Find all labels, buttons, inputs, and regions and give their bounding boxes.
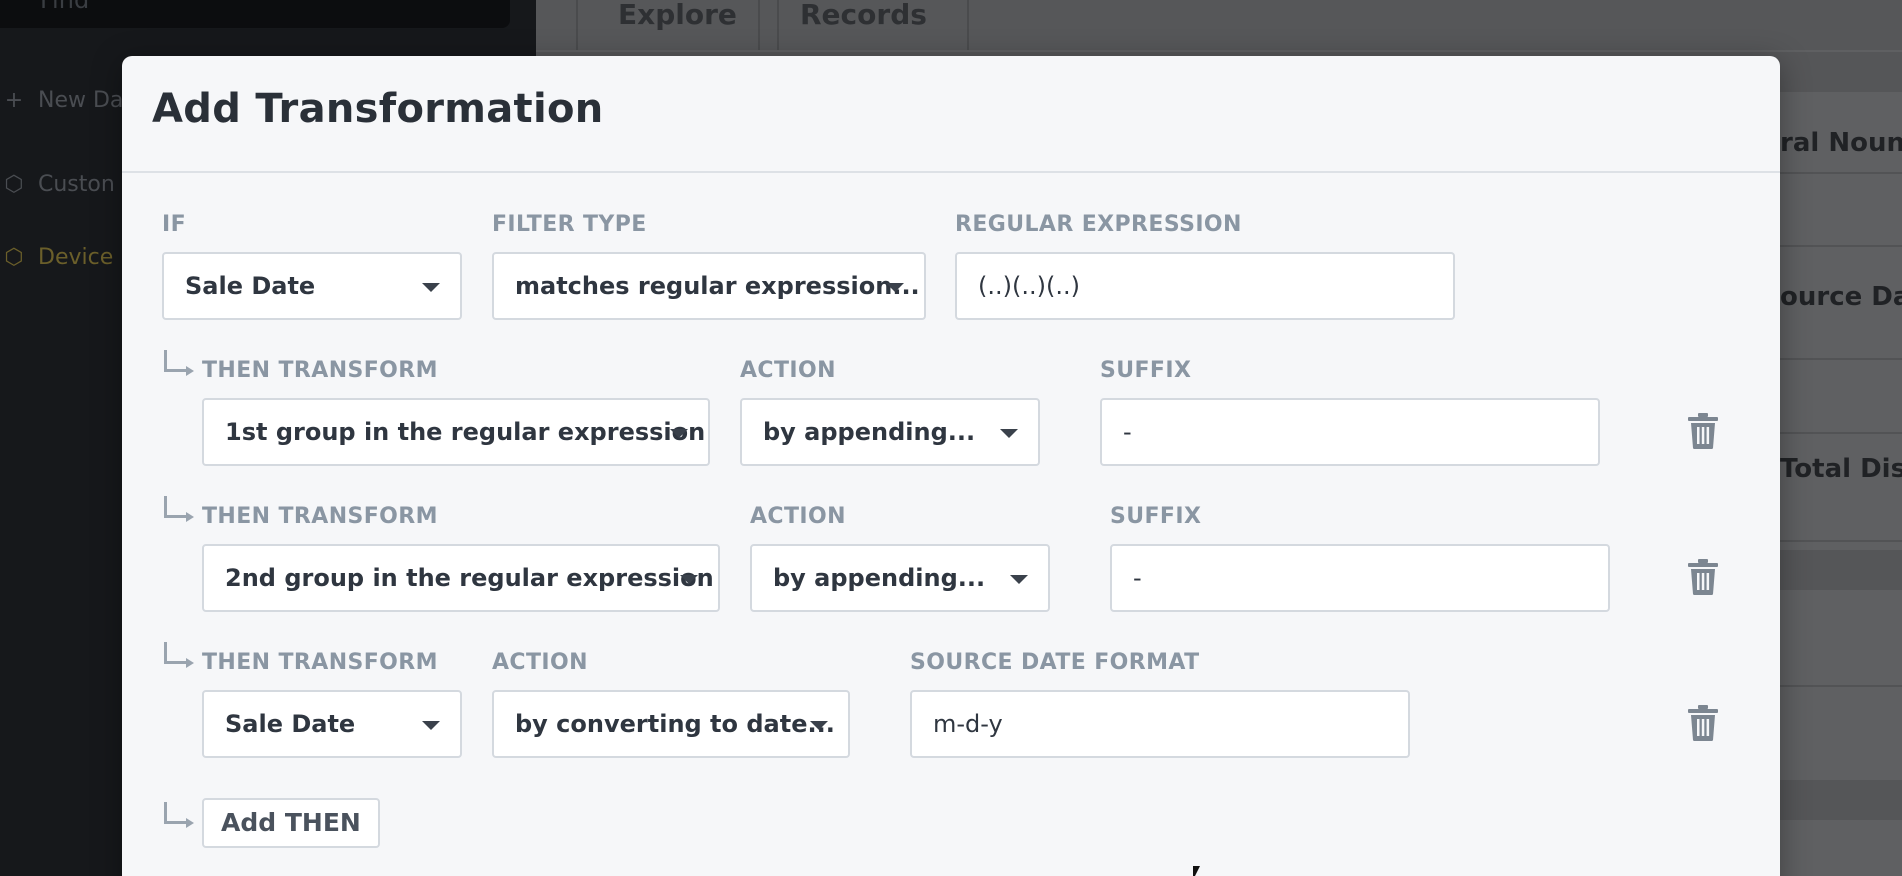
sidebar-item-customers[interactable]: ⬡ Custon bbox=[0, 172, 115, 197]
trash-icon[interactable] bbox=[1687, 558, 1719, 596]
dialog-title: Add Transformation bbox=[152, 86, 604, 132]
tab-label: Records bbox=[800, 0, 927, 31]
if-label: IF bbox=[162, 212, 187, 237]
dialog-header: Add Transformation bbox=[122, 56, 1780, 173]
caret-down-icon bbox=[1000, 429, 1018, 438]
action-label: ACTION bbox=[740, 358, 836, 383]
action-select[interactable]: by appending... bbox=[740, 398, 1040, 466]
plus-icon: + bbox=[4, 88, 24, 113]
mouse-cursor bbox=[1193, 866, 1207, 876]
caret-down-icon bbox=[680, 575, 698, 584]
new-dataset-link[interactable]: + New Da bbox=[0, 88, 124, 113]
sidebar-item-label: Device bbox=[38, 245, 114, 270]
source-date-format-value: m-d-y bbox=[933, 710, 1003, 738]
sidebar-item-devices[interactable]: ⬡ Device bbox=[0, 245, 113, 270]
tab-bar: Explore Records bbox=[536, 0, 1902, 50]
action-value: by appending... bbox=[773, 564, 986, 592]
caret-down-icon bbox=[422, 283, 440, 292]
trash-icon[interactable] bbox=[1687, 412, 1719, 450]
search-input[interactable]: Find bbox=[0, 0, 510, 28]
sidebar-item-label: Custon bbox=[38, 172, 115, 197]
regex-input[interactable]: (..)(..)(..) bbox=[955, 252, 1455, 320]
action-select[interactable]: by appending... bbox=[750, 544, 1050, 612]
add-then-button[interactable]: Add THEN bbox=[202, 798, 380, 848]
suffix-input[interactable]: - bbox=[1100, 398, 1600, 466]
suffix-value: - bbox=[1123, 418, 1132, 446]
then-transform-select[interactable]: Sale Date bbox=[202, 690, 462, 758]
action-value: by appending... bbox=[763, 418, 976, 446]
add-transformation-dialog: Add Transformation IF Sale Date FILTER T… bbox=[122, 56, 1780, 876]
action-label: ACTION bbox=[492, 650, 588, 675]
then-transform-label: THEN TRANSFORM bbox=[202, 504, 438, 529]
then-transform-value: 2nd group in the regular expression bbox=[225, 564, 714, 592]
caret-down-icon bbox=[810, 721, 828, 730]
if-field-select[interactable]: Sale Date bbox=[162, 252, 462, 320]
then-transform-select[interactable]: 1st group in the regular expression bbox=[202, 398, 710, 466]
trash-icon[interactable] bbox=[1687, 704, 1719, 742]
return-arrow-icon bbox=[164, 802, 194, 828]
caret-down-icon bbox=[1010, 575, 1028, 584]
search-placeholder: Find bbox=[40, 0, 90, 14]
if-field-value: Sale Date bbox=[185, 272, 316, 300]
suffix-value: - bbox=[1133, 564, 1142, 592]
caret-down-icon bbox=[422, 721, 440, 730]
new-dataset-label: New Da bbox=[38, 88, 124, 113]
column-label: ource Data bbox=[1780, 282, 1902, 312]
suffix-label: SUFFIX bbox=[1100, 358, 1192, 383]
action-value: by converting to date... bbox=[515, 710, 835, 738]
action-label: ACTION bbox=[750, 504, 846, 529]
caret-down-icon bbox=[886, 283, 904, 292]
cube-icon: ⬡ bbox=[4, 172, 24, 197]
filter-type-label: FILTER TYPE bbox=[492, 212, 647, 237]
return-arrow-icon bbox=[164, 642, 194, 668]
then-transform-label: THEN TRANSFORM bbox=[202, 358, 438, 383]
tab-label: Explore bbox=[618, 0, 737, 31]
tab-records[interactable]: Records bbox=[758, 0, 969, 50]
then-transform-value: 1st group in the regular expression bbox=[225, 418, 706, 446]
regex-value: (..)(..)(..) bbox=[978, 272, 1080, 300]
source-date-format-input[interactable]: m-d-y bbox=[910, 690, 1410, 758]
return-arrow-icon bbox=[164, 496, 194, 522]
filter-type-select[interactable]: matches regular expression... bbox=[492, 252, 926, 320]
column-label: Total Disp bbox=[1780, 454, 1902, 484]
return-arrow-icon bbox=[164, 350, 194, 376]
action-select[interactable]: by converting to date... bbox=[492, 690, 850, 758]
then-transform-value: Sale Date bbox=[225, 710, 356, 738]
source-date-format-label: SOURCE DATE FORMAT bbox=[910, 650, 1200, 675]
regex-label: REGULAR EXPRESSION bbox=[955, 212, 1242, 237]
caret-down-icon bbox=[670, 429, 688, 438]
column-label: ral Noun) bbox=[1780, 128, 1902, 158]
filter-type-value: matches regular expression... bbox=[515, 272, 920, 300]
then-transform-label: THEN TRANSFORM bbox=[202, 650, 438, 675]
tab-explore[interactable]: Explore bbox=[576, 0, 779, 50]
cube-icon: ⬡ bbox=[4, 245, 24, 270]
then-transform-select[interactable]: 2nd group in the regular expression bbox=[202, 544, 720, 612]
suffix-label: SUFFIX bbox=[1110, 504, 1202, 529]
suffix-input[interactable]: - bbox=[1110, 544, 1610, 612]
add-then-label: Add THEN bbox=[221, 808, 361, 837]
